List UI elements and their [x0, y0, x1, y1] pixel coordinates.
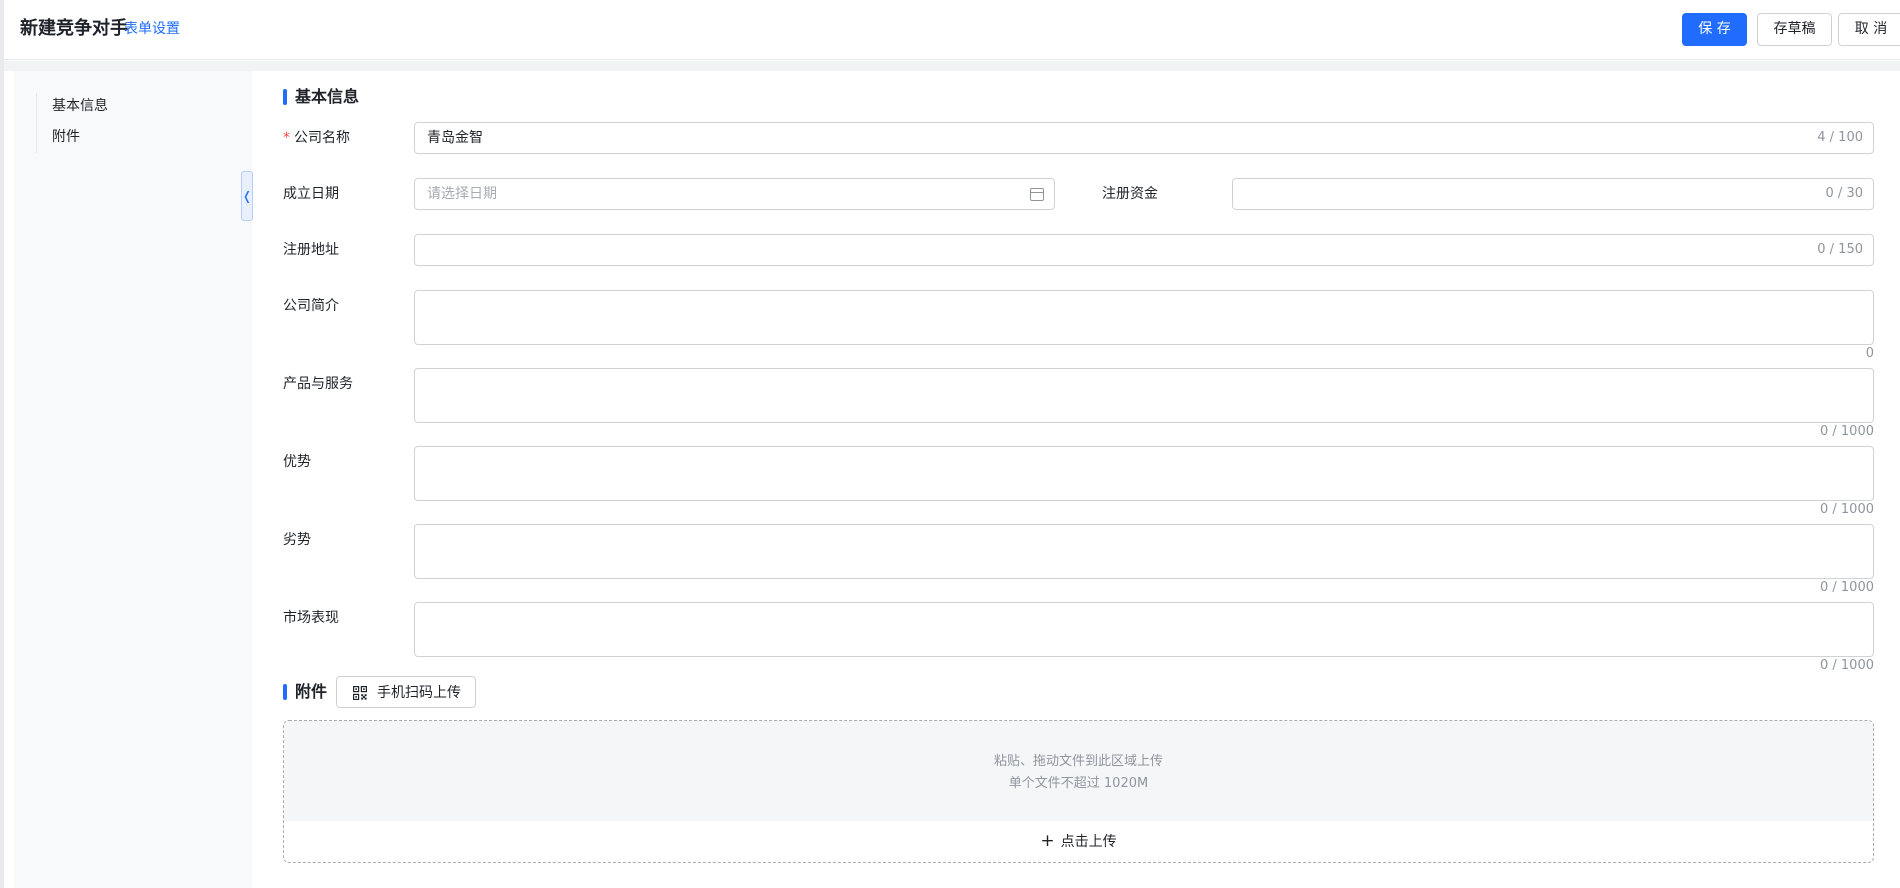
- founded-date-picker[interactable]: 请选择日期: [414, 178, 1055, 210]
- window-left-edge: [0, 0, 4, 888]
- market-performance-counter: 0 / 1000: [1820, 658, 1874, 673]
- click-upload-button[interactable]: + 点击上传: [284, 831, 1873, 852]
- sidebar-item-basic-info[interactable]: 基本信息: [52, 96, 108, 116]
- market-performance-label: 市场表现: [283, 610, 339, 626]
- form-settings-link[interactable]: 表单设置: [124, 19, 180, 39]
- sidebar-track: [36, 93, 37, 153]
- section-nav-sidebar: 基本信息 附件: [14, 71, 252, 888]
- company-name-counter: 4 / 100: [1817, 130, 1863, 145]
- save-button[interactable]: 保 存: [1682, 13, 1747, 46]
- required-mark: *: [283, 130, 290, 146]
- market-performance-textarea[interactable]: [414, 602, 1874, 657]
- founded-date-label: 成立日期: [283, 186, 339, 202]
- registered-address-input[interactable]: 0 / 150: [414, 234, 1874, 266]
- registered-address-label: 注册地址: [283, 242, 339, 258]
- products-services-label: 产品与服务: [283, 376, 353, 392]
- chevron-left-icon: ❬: [242, 189, 253, 203]
- save-draft-button[interactable]: 存草稿: [1757, 13, 1832, 46]
- dropzone-hint-area: 粘贴、拖动文件到此区域上传 单个文件不超过 1020M: [284, 721, 1873, 821]
- strengths-textarea[interactable]: [414, 446, 1874, 501]
- calendar-icon: [1030, 188, 1044, 201]
- company-name-label: * 公司名称: [283, 128, 350, 148]
- drop-hint-text: 粘贴、拖动文件到此区域上传: [993, 754, 1163, 769]
- registered-capital-input[interactable]: 0 / 30: [1232, 178, 1874, 210]
- section-title-attachments: 附件: [283, 681, 327, 703]
- strengths-label: 优势: [283, 454, 311, 470]
- sidebar-collapse-button[interactable]: ❬: [241, 171, 253, 221]
- page-header: 新建竞争对手 表单设置 保 存 存草稿 取 消: [4, 0, 1900, 60]
- qr-code-icon: [353, 686, 367, 700]
- section-title-basic-info: 基本信息: [283, 86, 359, 108]
- click-upload-label: 点击上传: [1060, 834, 1117, 850]
- mobile-scan-upload-button[interactable]: 手机扫码上传: [336, 676, 476, 708]
- company-name-input[interactable]: 青岛金智 4 / 100: [414, 122, 1874, 154]
- weaknesses-textarea[interactable]: [414, 524, 1874, 579]
- products-services-counter: 0 / 1000: [1820, 424, 1874, 439]
- company-intro-textarea[interactable]: [414, 290, 1874, 345]
- weaknesses-label: 劣势: [283, 532, 311, 548]
- company-name-label-text: 公司名称: [294, 130, 350, 146]
- registered-capital-counter: 0 / 30: [1825, 186, 1863, 201]
- sidebar-item-attachments[interactable]: 附件: [52, 127, 80, 147]
- registered-address-counter: 0 / 150: [1817, 242, 1863, 257]
- products-services-textarea[interactable]: [414, 368, 1874, 423]
- mobile-scan-upload-label: 手机扫码上传: [377, 685, 461, 701]
- file-dropzone[interactable]: 粘贴、拖动文件到此区域上传 单个文件不超过 1020M + 点击上传: [283, 720, 1874, 863]
- company-intro-label: 公司简介: [283, 298, 339, 314]
- weaknesses-counter: 0 / 1000: [1820, 580, 1874, 595]
- size-limit-text: 单个文件不超过 1020M: [1008, 776, 1149, 791]
- header-divider: [4, 61, 1900, 71]
- cancel-button[interactable]: 取 消: [1838, 13, 1900, 46]
- strengths-counter: 0 / 1000: [1820, 502, 1874, 517]
- company-intro-counter: 0: [1865, 346, 1874, 361]
- company-name-value: 青岛金智: [427, 130, 483, 146]
- plus-icon: +: [1040, 831, 1055, 851]
- page-title: 新建竞争对手: [20, 18, 128, 39]
- registered-capital-label: 注册资金: [1102, 186, 1158, 202]
- founded-date-placeholder: 请选择日期: [427, 186, 497, 202]
